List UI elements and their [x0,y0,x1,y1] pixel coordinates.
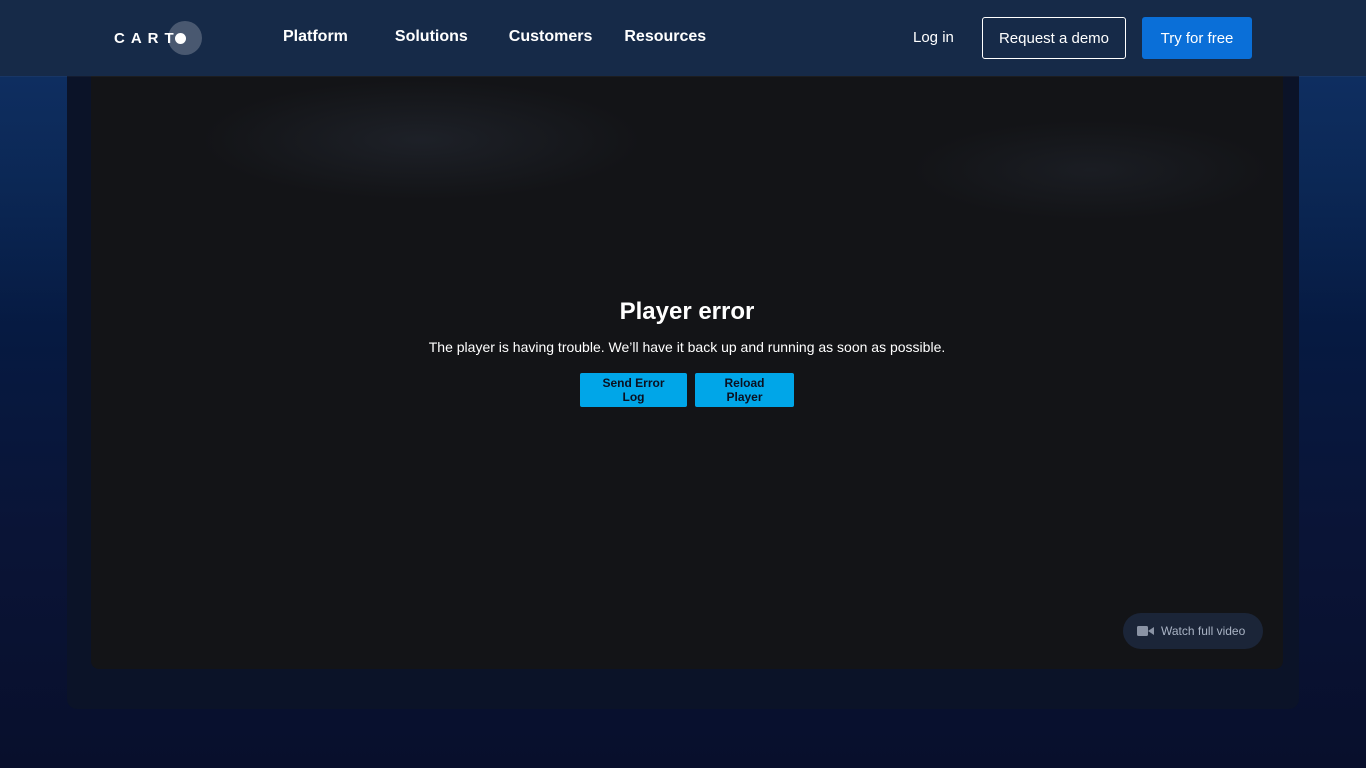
player-error-message: The player is having trouble. We’ll have… [428,339,946,355]
video-camera-icon [1137,625,1154,637]
top-navigation-bar: CART Platform Solutions Customers Resour… [0,0,1366,76]
main-menu: Platform Solutions Customers Resources [283,27,706,47]
nav-item-solutions[interactable]: Solutions [395,27,468,47]
login-link[interactable]: Log in [913,29,954,47]
nav-item-platform[interactable]: Platform [283,27,348,47]
nav-item-customers[interactable]: Customers [509,27,593,47]
player-error-actions: Send Error Log Reload Player [91,373,1283,407]
player-error-title: Player error [619,298,755,325]
carto-logo[interactable]: CART [114,20,202,56]
logo-circle-icon [167,21,202,55]
logo-dot-icon [175,32,187,44]
watch-full-video-label: Watch full video [1161,624,1246,638]
video-player[interactable]: Player error The player is having troubl… [91,60,1283,669]
send-error-log-button[interactable]: Send Error Log [580,373,687,407]
try-for-free-button[interactable]: Try for free [1142,17,1252,59]
watch-full-video-button[interactable]: Watch full video [1123,613,1263,649]
video-background-image [91,60,1283,260]
reload-player-button[interactable]: Reload Player [695,373,794,407]
nav-item-resources[interactable]: Resources [624,27,706,47]
request-demo-button[interactable]: Request a demo [982,17,1126,59]
